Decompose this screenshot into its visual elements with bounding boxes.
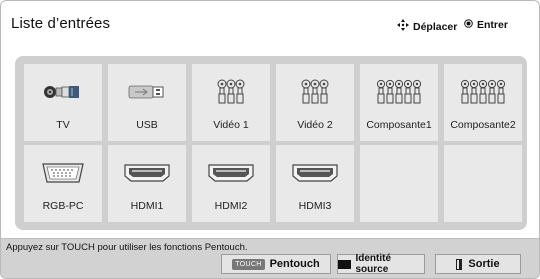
input-label: Composante2: [450, 119, 516, 131]
black-key-icon: [338, 259, 352, 269]
input-label: RGB-PC: [42, 200, 84, 212]
component-icon: [444, 78, 522, 106]
touch-badge: TOUCH: [232, 258, 265, 270]
input-list-dialog: Liste d’entrées Déplacer Entrer TV USB V…: [0, 0, 540, 279]
move-label: Déplacer: [413, 20, 458, 33]
exit-label: Sortie: [468, 258, 500, 270]
vga-icon: [24, 159, 102, 187]
input-tile-component2[interactable]: Composante2: [444, 64, 522, 141]
source-id-label: Identité source: [355, 253, 392, 275]
hdmi-icon: [276, 159, 354, 187]
empty-tile: [360, 145, 438, 222]
tv-antenna-icon: [24, 78, 102, 106]
input-tile-hdmi1[interactable]: HDMI1: [108, 145, 186, 222]
input-label: Vidéo 2: [297, 119, 333, 131]
input-tile-tv[interactable]: TV: [24, 64, 102, 141]
pentouch-label: Pentouch: [269, 258, 320, 270]
input-label: Composante1: [366, 119, 432, 131]
rca-video-icon: [192, 78, 270, 106]
move-hint: Déplacer: [397, 19, 457, 34]
empty-tile: [444, 145, 522, 222]
exit-button[interactable]: Sortie: [435, 254, 521, 274]
move-arrows-icon: [397, 19, 409, 34]
enter-dot-icon: [464, 19, 473, 31]
rca-video-icon: [276, 78, 354, 106]
input-tile-rgb-pc[interactable]: RGB-PC: [24, 145, 102, 222]
usb-icon: [108, 78, 186, 106]
input-label: HDMI2: [214, 200, 248, 212]
hdmi-icon: [108, 159, 186, 187]
input-label: TV: [56, 119, 70, 131]
dialog-title: Liste d’entrées: [11, 15, 111, 32]
source-id-button[interactable]: Identité source: [337, 253, 425, 275]
input-tile-video1[interactable]: Vidéo 1: [192, 64, 270, 141]
input-label: HDMI3: [298, 200, 332, 212]
input-tile-usb[interactable]: USB: [108, 64, 186, 141]
pentouch-button[interactable]: TOUCH Pentouch: [221, 254, 331, 274]
exit-icon: [456, 258, 463, 270]
input-label: USB: [136, 119, 158, 131]
input-label: Vidéo 1: [213, 119, 249, 131]
input-tile-video2[interactable]: Vidéo 2: [276, 64, 354, 141]
input-label: HDMI1: [130, 200, 164, 212]
enter-hint: Entrer: [464, 19, 508, 31]
input-tile-hdmi3[interactable]: HDMI3: [276, 145, 354, 222]
input-tile-component1[interactable]: Composante1: [360, 64, 438, 141]
dialog-header: Liste d’entrées Déplacer Entrer: [1, 1, 539, 48]
input-tile-hdmi2[interactable]: HDMI2: [192, 145, 270, 222]
footer-message: Appuyez sur TOUCH pour utiliser les fonc…: [6, 242, 248, 253]
input-grid: TV USB Vidéo 1 Vidéo 2 Composante1 Compo…: [15, 56, 527, 230]
hdmi-icon: [192, 159, 270, 187]
footer-bar: Appuyez sur TOUCH pour utiliser les fonc…: [1, 238, 539, 278]
component-icon: [360, 78, 438, 106]
enter-label: Entrer: [477, 19, 508, 31]
